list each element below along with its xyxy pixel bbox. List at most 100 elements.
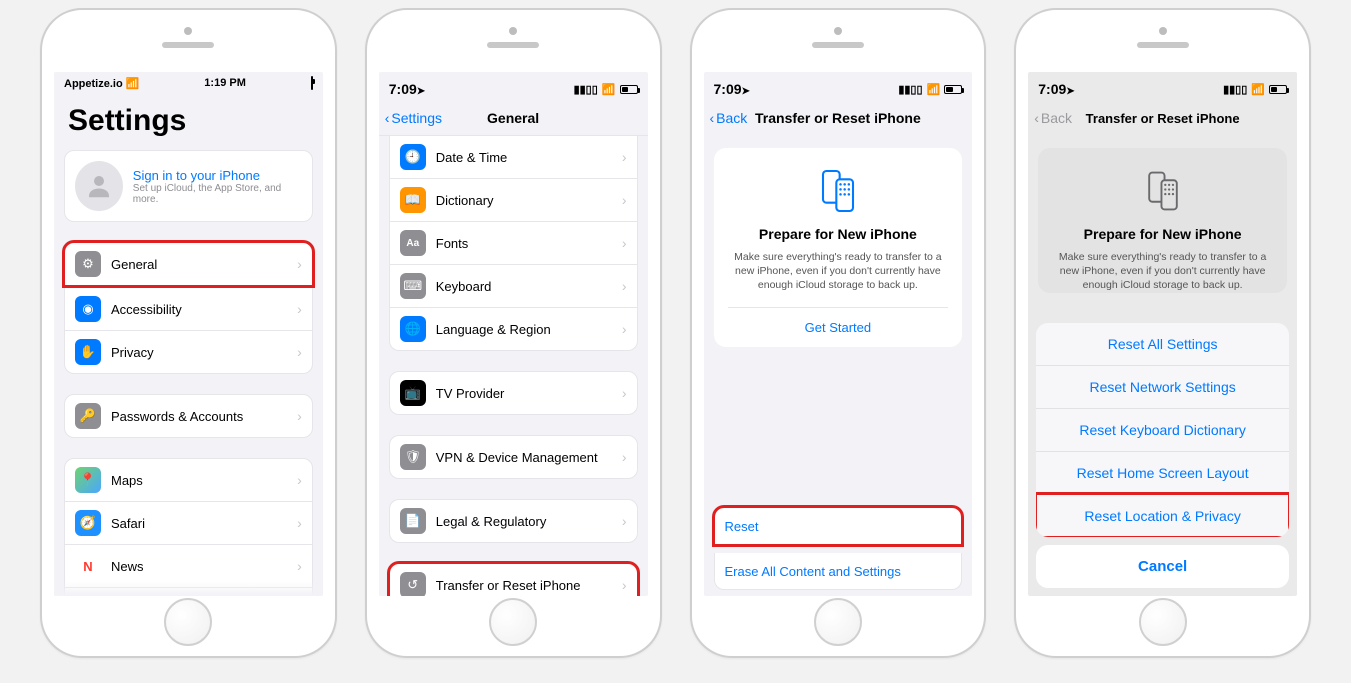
cell-label: Safari — [111, 516, 297, 531]
sheet-reset-all[interactable]: Reset All Settings — [1036, 323, 1289, 365]
card-title: Prepare for New iPhone — [1052, 226, 1273, 242]
chevron-right-icon: › — [297, 515, 302, 531]
speaker-slot — [487, 42, 539, 48]
status-bar: 7:09➤ ▮▮▯▯ 📶 — [1028, 72, 1297, 100]
screen-settings: Appetize.io 📶 1:19 PM Settings Sign in t… — [54, 72, 323, 596]
camera-dot — [1159, 27, 1167, 35]
back-button[interactable]: ‹Back — [710, 110, 748, 126]
camera-dot — [834, 27, 842, 35]
location-arrow-icon: ➤ — [742, 86, 750, 97]
group-passwords: 🔑 Passwords & Accounts › — [64, 394, 313, 438]
location-arrow-icon: ➤ — [1066, 86, 1074, 97]
battery-icon — [944, 85, 962, 94]
gear-icon: ⚙ — [75, 251, 101, 277]
cell-label: Legal & Regulatory — [436, 514, 622, 529]
camera-dot — [184, 27, 192, 35]
nav-title: Transfer or Reset iPhone — [755, 110, 921, 126]
navbar: ‹Back Transfer or Reset iPhone — [1028, 100, 1297, 136]
reset-icon: ↺ — [400, 572, 426, 596]
cell-accessibility[interactable]: ◉ Accessibility › — [65, 288, 312, 330]
cell-safari[interactable]: 🧭 Safari › — [65, 501, 312, 544]
scroll-area[interactable]: 🕘Date & Time› 📖Dictionary› AaFonts› ⌨Key… — [379, 136, 648, 596]
cell-dictionary[interactable]: 📖Dictionary› — [390, 178, 637, 221]
sheet-reset-keyboard-dict[interactable]: Reset Keyboard Dictionary — [1036, 408, 1289, 451]
nav-title: General — [487, 110, 539, 126]
sheet-reset-home[interactable]: Reset Home Screen Layout — [1036, 451, 1289, 494]
get-started-button[interactable]: Get Started — [728, 307, 949, 347]
battery-icon — [620, 85, 638, 94]
status-time: 7:09➤ — [389, 81, 425, 97]
status-bar: 7:09➤ ▮▮▯▯ 📶 — [704, 72, 973, 100]
cell-label: TV Provider — [436, 386, 622, 401]
group-transfer-reset: ↺Transfer or Reset iPhone› — [389, 563, 638, 596]
group-apps: 📍 Maps › 🧭 Safari › N News › ♥ Health › … — [64, 458, 313, 596]
phone-reset-sheet: 7:09➤ ▮▮▯▯ 📶 ‹Back Transfer or Reset iPh… — [1014, 8, 1311, 658]
prepare-card: Prepare for New iPhone Make sure everyth… — [714, 148, 963, 347]
home-button[interactable] — [164, 598, 212, 646]
group-reset: Reset — [714, 507, 963, 545]
status-time: 1:19 PM — [204, 77, 246, 89]
status-right: ▮▮▯▯ 📶 — [898, 83, 962, 96]
cell-language[interactable]: 🌐Language & Region› — [390, 307, 637, 350]
cell-label: General — [111, 257, 297, 272]
sheet-cancel-button[interactable]: Cancel — [1036, 545, 1289, 588]
speaker-slot — [812, 42, 864, 48]
cell-label: Language & Region — [436, 322, 622, 337]
phone-transfer-reset: 7:09➤ ▮▮▯▯ 📶 ‹Back Transfer or Reset iPh… — [690, 8, 987, 658]
speaker-slot — [1137, 42, 1189, 48]
cell-erase-all[interactable]: Erase All Content and Settings — [715, 553, 962, 589]
sheet-reset-location-privacy[interactable]: Reset Location & Privacy — [1036, 494, 1289, 537]
wifi-icon: 📶 — [602, 83, 616, 96]
home-button[interactable] — [814, 598, 862, 646]
screen-general: 7:09➤ ▮▮▯▯ 📶 ‹Settings General 🕘Date & T… — [379, 72, 648, 596]
group-a: 🕘Date & Time› 📖Dictionary› AaFonts› ⌨Key… — [389, 136, 638, 351]
cell-tv-provider[interactable]: 📺TV Provider› — [390, 372, 637, 414]
vpn-icon: 🛡 — [400, 444, 426, 470]
group-general-rest: ◉ Accessibility › ✋ Privacy › — [64, 288, 313, 374]
back-label: Back — [1041, 110, 1072, 126]
chevron-right-icon: › — [622, 192, 627, 208]
chevron-right-icon: › — [622, 321, 627, 337]
back-button[interactable]: ‹Settings — [385, 110, 442, 126]
screen-reset-sheet: 7:09➤ ▮▮▯▯ 📶 ‹Back Transfer or Reset iPh… — [1028, 72, 1297, 596]
status-time: 7:09➤ — [714, 81, 750, 97]
safari-icon: 🧭 — [75, 510, 101, 536]
cell-vpn[interactable]: 🛡VPN & Device Management› — [390, 436, 637, 478]
cell-label: Transfer or Reset iPhone — [436, 578, 622, 593]
cell-transfer-reset[interactable]: ↺Transfer or Reset iPhone› — [390, 564, 637, 596]
home-button[interactable] — [1139, 598, 1187, 646]
cell-label: Maps — [111, 473, 297, 488]
status-time: 7:09➤ — [1038, 81, 1074, 97]
cell-reset[interactable]: Reset — [715, 508, 962, 544]
cell-label: Date & Time — [436, 150, 622, 165]
cell-maps[interactable]: 📍 Maps › — [65, 459, 312, 501]
cell-legal[interactable]: 📄Legal & Regulatory› — [390, 500, 637, 542]
signin-row[interactable]: Sign in to your iPhone Set up iCloud, th… — [65, 151, 312, 221]
wifi-icon: 📶 — [927, 83, 941, 96]
cell-keyboard[interactable]: ⌨Keyboard› — [390, 264, 637, 307]
back-label: Settings — [391, 110, 442, 126]
cell-fonts[interactable]: AaFonts› — [390, 221, 637, 264]
maps-icon: 📍 — [75, 467, 101, 493]
chevron-right-icon: › — [297, 256, 302, 272]
location-arrow-icon: ➤ — [417, 86, 425, 97]
cell-date-time[interactable]: 🕘Date & Time› — [390, 136, 637, 178]
accessibility-icon: ◉ — [75, 296, 101, 322]
sheet-options: Reset All Settings Reset Network Setting… — [1036, 323, 1289, 537]
cell-news[interactable]: N News › — [65, 544, 312, 587]
keyboard-icon: ⌨ — [400, 273, 426, 299]
cell-label: Dictionary — [436, 193, 622, 208]
group-vpn: 🛡VPN & Device Management› — [389, 435, 638, 479]
wifi-icon: 📶 — [1251, 83, 1265, 96]
sheet-reset-network[interactable]: Reset Network Settings — [1036, 365, 1289, 408]
cell-passwords[interactable]: 🔑 Passwords & Accounts › — [65, 395, 312, 437]
chevron-right-icon: › — [622, 385, 627, 401]
cell-label: Reset — [725, 519, 952, 534]
cell-label: Accessibility — [111, 302, 297, 317]
cell-general[interactable]: ⚙ General › — [65, 243, 312, 285]
prepare-card-dimmed: Prepare for New iPhone Make sure everyth… — [1038, 148, 1287, 293]
home-button[interactable] — [489, 598, 537, 646]
action-sheet: Reset All Settings Reset Network Setting… — [1036, 323, 1289, 588]
cell-privacy[interactable]: ✋ Privacy › — [65, 330, 312, 373]
chevron-right-icon: › — [297, 408, 302, 424]
